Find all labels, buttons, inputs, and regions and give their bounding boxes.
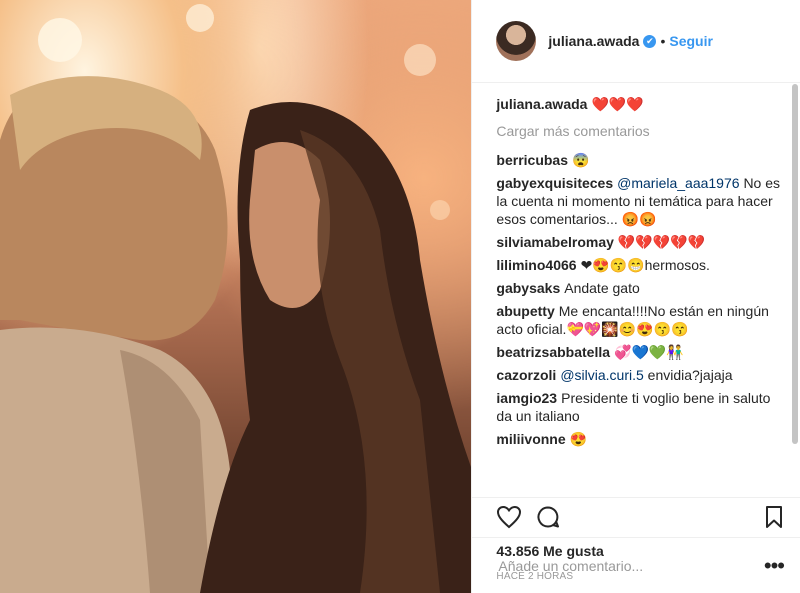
separator-dot: • <box>660 33 666 49</box>
comment-item: cazorzoli @silvia.curi.5 envidia?jajaja <box>496 366 786 384</box>
caption: juliana.awada ❤️❤️❤️ <box>496 95 786 113</box>
comments-scrollbar[interactable] <box>792 84 798 444</box>
comment-item: iamgio23 Presidente ti voglio bene in sal… <box>496 389 786 425</box>
comment-user[interactable]: berricubas <box>496 152 568 168</box>
bookmark-icon[interactable] <box>764 505 784 534</box>
comment-text: 💔💔💔💔💔 <box>617 234 706 250</box>
comment-mention[interactable]: @mariela_aaa1976 <box>617 175 739 191</box>
more-options-icon[interactable]: ••• <box>764 553 785 579</box>
load-more-comments[interactable]: Cargar más comentarios <box>496 123 786 139</box>
verified-badge-icon: ✔ <box>643 34 657 48</box>
comment-user[interactable]: silviamabelromay <box>496 234 614 250</box>
comment-item: beatrizsabbatella 💞💙💚👫 <box>496 343 786 361</box>
comment-item: gabysaks Andate gato <box>496 279 786 297</box>
comment-item: berricubas 😨 <box>496 151 786 169</box>
comment-user[interactable]: beatrizsabbatella <box>496 344 610 360</box>
comment-icon[interactable] <box>536 505 560 534</box>
comment-user[interactable]: juliana.awada <box>496 96 587 112</box>
comment-item: gabyexquisiteces @mariela_aaa1976 No es l… <box>496 174 786 228</box>
comment-input[interactable] <box>496 556 764 575</box>
comment-text: 💞💙💚👫 <box>614 344 684 360</box>
avatar[interactable] <box>496 21 537 61</box>
action-bar <box>472 497 800 541</box>
comment-user[interactable]: cazorzoli <box>496 367 556 383</box>
comment-user[interactable]: abupetty <box>496 303 554 319</box>
heart-icon[interactable] <box>496 505 522 534</box>
add-comment-bar: ••• <box>472 537 800 593</box>
comments-list[interactable]: juliana.awada ❤️❤️❤️ Cargar más comentari… <box>472 83 800 497</box>
comment-item: abupetty Me encanta!!!!No están en ningún… <box>496 302 786 338</box>
comment-text: 😨 <box>572 152 590 168</box>
comment-user[interactable]: iamgio23 <box>496 390 557 406</box>
post-container: juliana.awada ✔ • Seguir juliana.awada ❤️… <box>0 0 800 593</box>
comment-text: 😍 <box>569 431 588 447</box>
comment-text: ❤😍😙😁hermosos. <box>580 257 710 273</box>
comment-text: ❤️❤️❤️ <box>591 96 644 112</box>
post-sidebar: juliana.awada ✔ • Seguir juliana.awada ❤️… <box>471 0 800 593</box>
comment-text: envidia?jajaja <box>647 367 733 383</box>
comment-user[interactable]: gabysaks <box>496 280 560 296</box>
comment-mention[interactable]: @silvia.curi.5 <box>560 367 643 383</box>
comment-item: silviamabelromay 💔💔💔💔💔 <box>496 233 786 251</box>
post-photo[interactable] <box>0 0 472 593</box>
comment-item: lilimino4066 ❤😍😙😁hermosos. <box>496 256 786 274</box>
comment-item: miliivonne 😍 <box>496 430 786 448</box>
comment-user[interactable]: lilimino4066 <box>496 257 576 273</box>
header-username[interactable]: juliana.awada <box>548 33 639 49</box>
comment-user[interactable]: miliivonne <box>496 431 565 447</box>
comment-text: Andate gato <box>564 280 640 296</box>
comment-user[interactable]: gabyexquisiteces <box>496 175 613 191</box>
follow-button[interactable]: Seguir <box>669 33 713 49</box>
post-header: juliana.awada ✔ • Seguir <box>472 0 800 83</box>
photo-illustration <box>0 4 472 593</box>
